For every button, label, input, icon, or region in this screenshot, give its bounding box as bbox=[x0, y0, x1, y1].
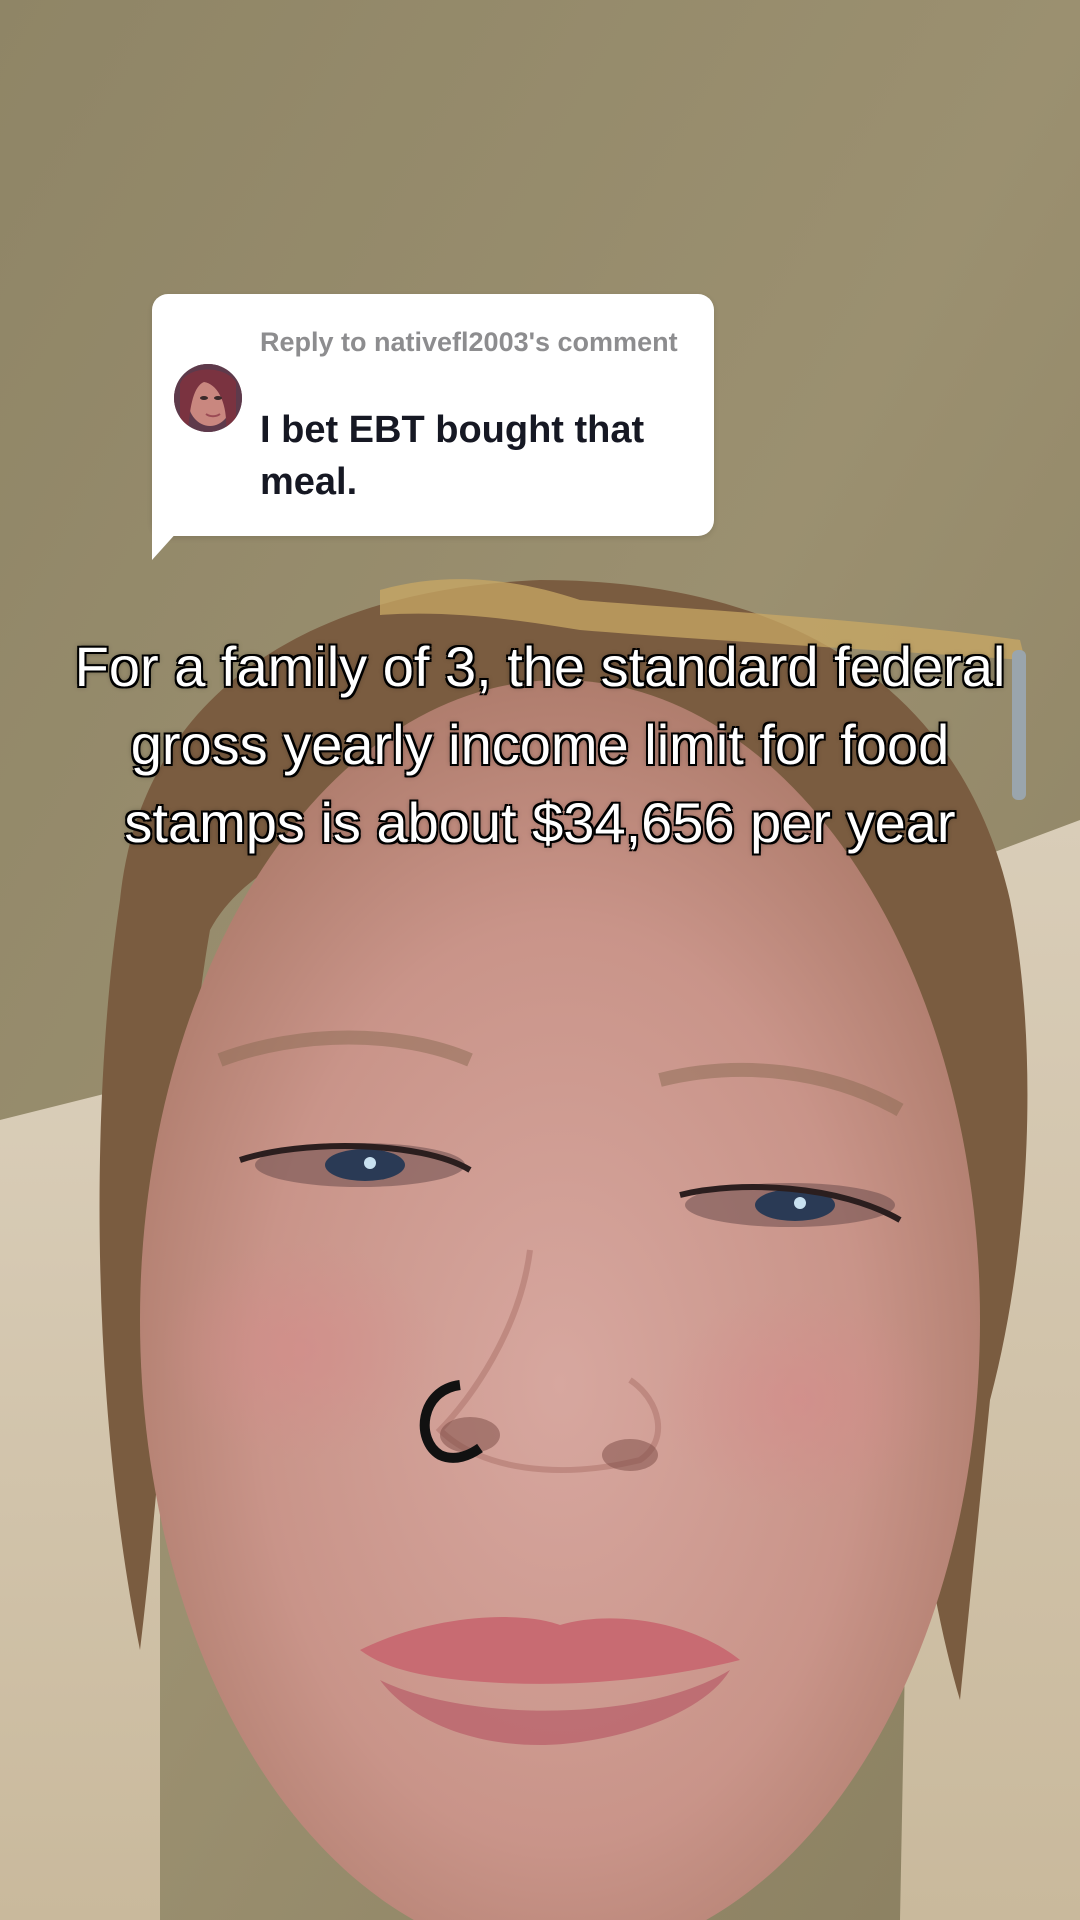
reply-header: Reply to nativefl2003's comment bbox=[260, 327, 678, 357]
video-frame[interactable] bbox=[0, 0, 1080, 1920]
video-caption: For a family of 3, the standard federal … bbox=[74, 635, 1006, 854]
commenter-avatar[interactable] bbox=[174, 364, 242, 432]
reply-comment-text: I bet EBT bought that meal. bbox=[260, 409, 645, 503]
reply-comment-bubble[interactable]: Reply to nativefl2003's comment I bet EB… bbox=[152, 294, 714, 536]
reply-bubble-tail bbox=[152, 520, 188, 560]
avatar-image bbox=[174, 364, 242, 432]
